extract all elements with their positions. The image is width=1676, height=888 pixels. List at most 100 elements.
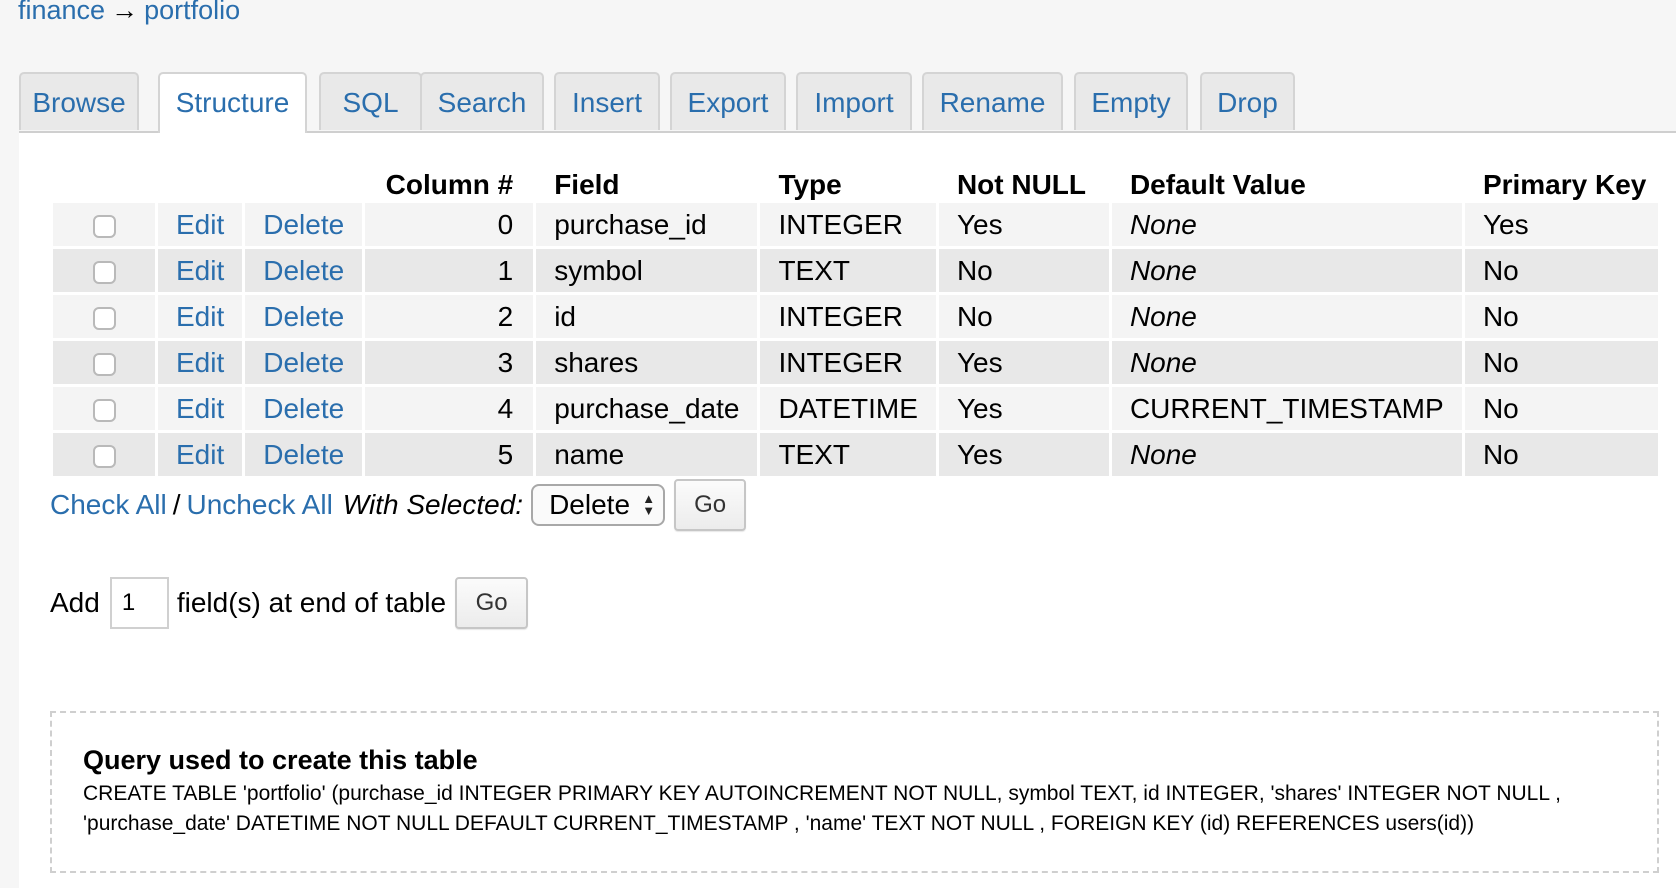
row-edit-cell: Edit (158, 387, 243, 430)
add-field-prefix: Add (50, 587, 100, 618)
row-checkbox[interactable] (92, 307, 116, 331)
row-edit-link[interactable]: Edit (176, 393, 224, 424)
row-column-num: 4 (365, 387, 534, 430)
row-primary-key: No (1464, 341, 1659, 384)
tab-search[interactable]: Search (420, 72, 544, 130)
create-query-box: Query used to create this table CREATE T… (50, 711, 1659, 873)
header-type: Type (778, 169, 842, 200)
row-not-null: No (938, 295, 1109, 338)
row-default-value: None (1111, 433, 1462, 476)
row-column-num: 3 (365, 341, 534, 384)
row-primary-key: No (1464, 249, 1659, 292)
table-row: Edit Delete 4 purchase_date DATETIME Yes CURRE… (53, 387, 1659, 430)
row-edit-cell: Edit (158, 249, 243, 292)
row-select-cell (53, 203, 155, 246)
tab-drop[interactable]: Drop (1200, 72, 1295, 130)
tab-bar: Browse Structure SQL Search Insert Expor… (19, 72, 1676, 133)
row-edit-cell: Edit (158, 203, 243, 246)
row-edit-link[interactable]: Edit (176, 301, 224, 332)
header-field: Field (554, 169, 620, 200)
row-delete-cell: Delete (245, 203, 363, 246)
add-field-suffix: field(s) at end of table (176, 587, 447, 618)
check-all-link[interactable]: Check All (50, 480, 167, 530)
row-delete-cell: Delete (245, 295, 363, 338)
header-edit (158, 164, 242, 200)
row-primary-key: No (1464, 387, 1659, 430)
table-row: Edit Delete 5 name TEXT Yes None No (53, 433, 1659, 476)
row-default-value: None (1111, 295, 1462, 338)
tab-structure[interactable]: Structure (158, 72, 307, 133)
row-default-value: None (1111, 341, 1462, 384)
row-checkbox[interactable] (92, 445, 116, 469)
tab-insert[interactable]: Insert (554, 72, 660, 130)
with-selected-label: With Selected: (342, 489, 524, 520)
row-field: id (536, 295, 758, 338)
row-column-num: 0 (365, 203, 534, 246)
row-type: INTEGER (760, 295, 936, 338)
row-default-value: None (1111, 203, 1462, 246)
header-not-null: Not NULL (956, 169, 1087, 200)
row-field: symbol (536, 249, 758, 292)
row-field: purchase_id (536, 203, 758, 246)
row-primary-key: No (1464, 433, 1659, 476)
row-not-null: Yes (938, 433, 1109, 476)
row-default-value: CURRENT_TIMESTAMP (1111, 387, 1462, 430)
row-not-null: Yes (938, 387, 1109, 430)
table-header-row: Column # Field Type Not NULL Default Val… (53, 164, 1658, 200)
row-delete-cell: Delete (245, 387, 363, 430)
row-delete-link[interactable]: Delete (263, 439, 344, 470)
row-delete-link[interactable]: Delete (263, 255, 344, 286)
tab-export[interactable]: Export (670, 72, 786, 130)
row-type: DATETIME (760, 387, 936, 430)
table-row: Edit Delete 1 symbol TEXT No None No (53, 249, 1659, 292)
row-field: purchase_date (536, 387, 758, 430)
row-edit-cell: Edit (158, 433, 243, 476)
tab-sql[interactable]: SQL (319, 72, 422, 130)
add-field-count-input[interactable]: 1 (109, 577, 169, 629)
uncheck-all-link[interactable]: Uncheck All (187, 480, 333, 530)
row-select-cell (53, 433, 155, 476)
tab-empty[interactable]: Empty (1074, 72, 1188, 130)
row-delete-link[interactable]: Delete (263, 393, 344, 424)
row-checkbox[interactable] (92, 261, 116, 285)
row-delete-cell: Delete (245, 249, 363, 292)
with-selected-value: Delete (549, 489, 631, 520)
header-default-value: Default Value (1129, 169, 1306, 200)
header-select (53, 164, 155, 200)
breadcrumb: finance → portfolio (18, 0, 240, 26)
row-select-cell (53, 341, 155, 384)
row-delete-link[interactable]: Delete (263, 209, 344, 240)
add-field-row: Add 1 field(s) at end of table Go (50, 577, 529, 629)
row-default-value: None (1111, 249, 1462, 292)
row-delete-link[interactable]: Delete (263, 301, 344, 332)
row-checkbox[interactable] (92, 399, 116, 423)
row-not-null: No (938, 249, 1109, 292)
row-edit-link[interactable]: Edit (176, 255, 224, 286)
row-delete-cell: Delete (245, 433, 363, 476)
with-selected-dropdown[interactable]: Delete ▲ ▼ (531, 484, 666, 526)
row-edit-link[interactable]: Edit (176, 209, 224, 240)
bulk-go-button[interactable]: Go (674, 479, 747, 531)
breadcrumb-database-link[interactable]: finance (18, 0, 105, 25)
tab-browse[interactable]: Browse (19, 72, 139, 130)
row-edit-cell: Edit (158, 295, 243, 338)
table-row: Edit Delete 2 id INTEGER No None No (53, 295, 1659, 338)
row-column-num: 1 (365, 249, 534, 292)
row-edit-link[interactable]: Edit (176, 439, 224, 470)
row-delete-cell: Delete (245, 341, 363, 384)
row-checkbox[interactable] (92, 215, 116, 239)
tab-import[interactable]: Import (796, 72, 912, 130)
bulk-separator: / (172, 489, 181, 520)
breadcrumb-table-link[interactable]: portfolio (144, 0, 240, 25)
row-delete-link[interactable]: Delete (263, 347, 344, 378)
row-select-cell (53, 295, 155, 338)
row-checkbox[interactable] (92, 353, 116, 377)
row-column-num: 2 (365, 295, 534, 338)
add-field-go-button[interactable]: Go (455, 577, 529, 629)
tab-rename[interactable]: Rename (922, 72, 1063, 130)
row-select-cell (53, 249, 155, 292)
row-not-null: Yes (938, 341, 1109, 384)
table-row: Edit Delete 0 purchase_id INTEGER Yes None Yes (53, 203, 1659, 246)
row-type: INTEGER (760, 203, 936, 246)
row-edit-link[interactable]: Edit (176, 347, 224, 378)
